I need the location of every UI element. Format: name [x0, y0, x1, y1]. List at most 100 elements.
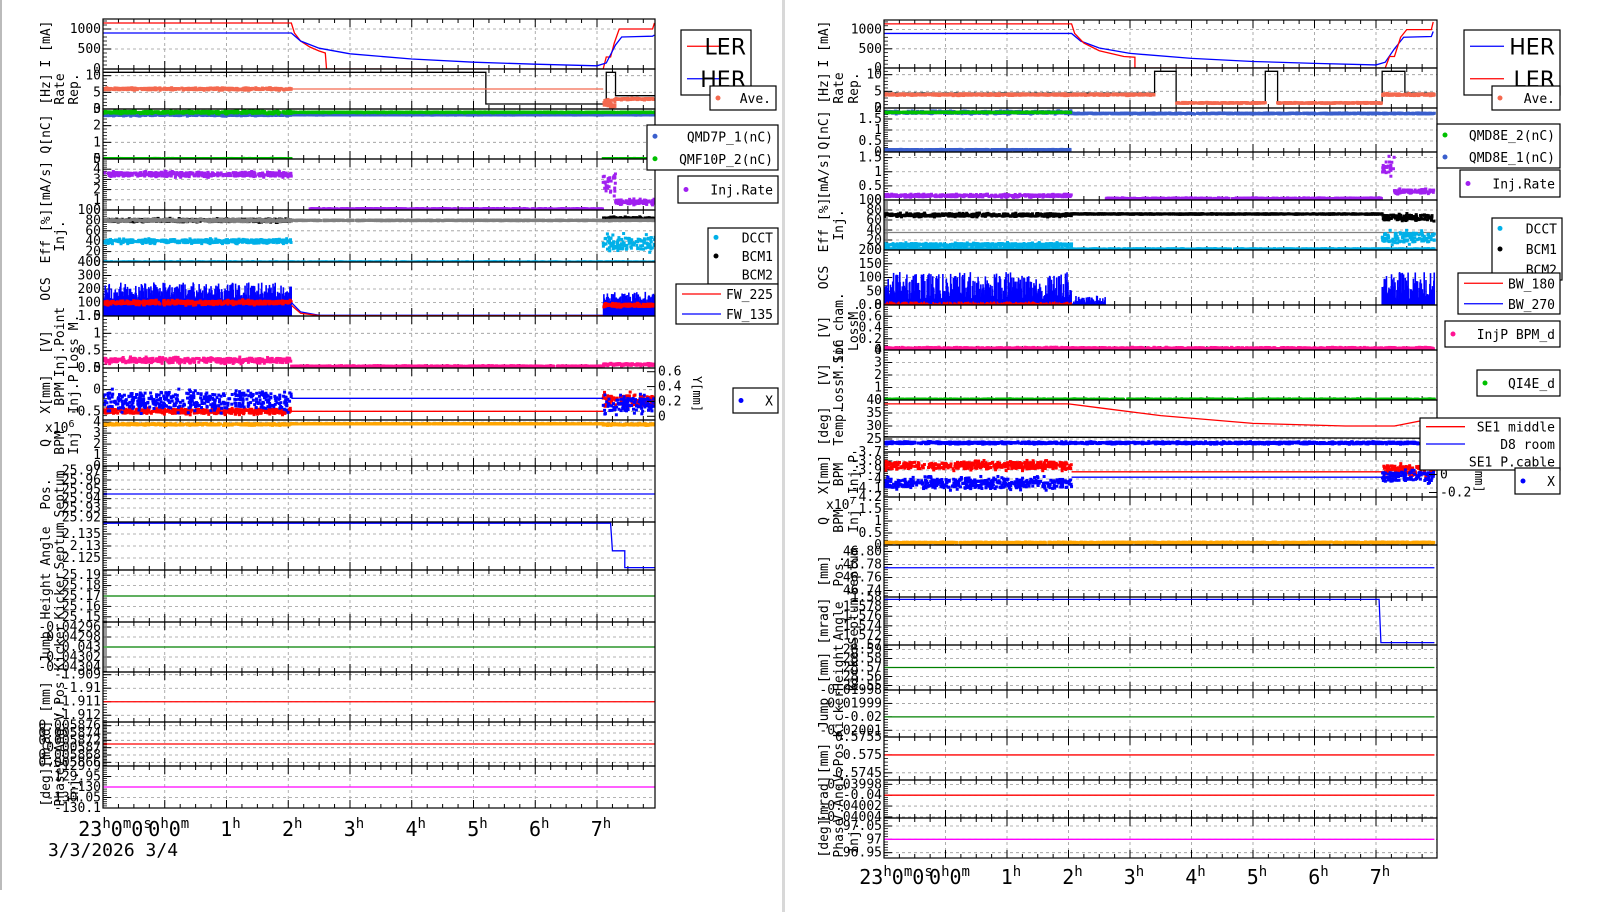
data-point-QMF10P_2(nC) — [590, 110, 594, 114]
y-tick-label: 10 — [85, 69, 101, 84]
data-point-Inj.Rate — [117, 174, 121, 178]
data-point-Ave. — [220, 88, 224, 92]
data-point-Ave. — [609, 98, 613, 102]
data-point-QMF10P_2(nC) — [564, 110, 568, 114]
data-point-Inj.Rate — [154, 172, 158, 176]
data-point-Ave. — [605, 103, 609, 107]
y-axis-label: I [mA] — [39, 21, 54, 68]
data-point-QMF10P_2(nC) — [220, 111, 224, 115]
data-point-QMF10P_2(nC) — [557, 111, 561, 115]
data-point-QMF10P_2(nC) — [244, 111, 248, 115]
data-point-QMD7P_1(nC) — [634, 113, 638, 117]
data-point-QMF10P_2(nC) — [288, 109, 292, 113]
data-point-QMF10P_2(nC) — [144, 110, 148, 114]
data-point-QMF10P_2(nC) — [540, 110, 544, 114]
data-point-QMF10P_2(nC) — [605, 110, 609, 114]
data-point-QMF10P_2(nC) — [543, 110, 547, 114]
data-point-Ave. — [287, 87, 291, 91]
data-point-Inj.Rate — [147, 171, 151, 175]
data-point-QMF10P_2(nC) — [365, 110, 369, 114]
y-axis-label: [Hz] — [39, 73, 54, 104]
data-point-Ave. — [144, 87, 148, 91]
data-point-Ave. — [250, 86, 254, 90]
data-point-Ave. — [187, 88, 191, 92]
data-point-QMF10P_2(nC) — [297, 111, 301, 115]
data-point-QMF10P_2(nC) — [305, 111, 309, 115]
data-point-Inj.Rate — [169, 174, 173, 178]
data-point-Inj.Rate — [274, 171, 278, 175]
data-point-Ave. — [624, 97, 628, 101]
data-point-QMF10P_2(nC) — [505, 110, 509, 114]
y-tick-label: 500 — [78, 42, 101, 57]
data-point-QMF10P_2(nC) — [533, 110, 537, 114]
data-point-Inj.Rate — [159, 171, 163, 175]
data-point-QMF10P_2(nC) — [594, 111, 598, 115]
data-point-Ave. — [241, 87, 245, 91]
data-point-QMF10P_2(nC) — [477, 110, 481, 114]
data-point-Inj.Rate — [287, 172, 291, 176]
y-tick-label: 5 — [93, 152, 101, 167]
data-point-Inj.Rate — [245, 172, 249, 176]
data-point-QMF10P_2(nC) — [130, 111, 134, 115]
data-point-QMF10P_2(nC) — [336, 111, 340, 115]
data-point-Inj.Rate — [242, 174, 246, 178]
data-point-Ave. — [213, 87, 217, 91]
series-group — [103, 169, 655, 210]
data-point-Ave. — [133, 87, 137, 91]
data-point-QMF10P_2(nC) — [140, 111, 144, 115]
data-point-QMF10P_2(nC) — [573, 110, 577, 114]
data-point-QMF10P_2(nC) — [615, 110, 619, 114]
data-point-QMF10P_2(nC) — [412, 110, 416, 114]
data-point-QMF10P_2(nC) — [207, 112, 211, 116]
data-point-QMF10P_2(nC) — [240, 111, 244, 115]
subplot-3: 012345[mA/s] — [39, 152, 656, 218]
y-tick-label: 1 — [93, 135, 101, 150]
data-point-Ave. — [127, 87, 131, 91]
data-point-Inj.Rate — [107, 173, 111, 177]
data-point-QMF10P_2(nC) — [157, 111, 161, 115]
data-point-Ave. — [233, 87, 237, 91]
data-point-QMF10P_2(nC) — [177, 111, 181, 115]
left-chart: 05001000I [mA]0510Rep.Rate[Hz]0123Q[nC]0… — [38, 18, 779, 841]
data-point-Inj.Rate — [206, 172, 210, 176]
data-point-Inj.Rate — [160, 174, 164, 178]
data-point-Ave. — [181, 87, 185, 91]
data-point-Inj.Rate — [130, 173, 134, 177]
data-point-QMF10P_2(nC) — [251, 109, 255, 113]
data-point-Ave. — [205, 88, 209, 92]
data-point-Inj.Rate — [232, 172, 236, 176]
data-point-Ave. — [616, 97, 620, 101]
data-point-Ave. — [124, 86, 128, 90]
data-point-QMF10P_2(nC) — [415, 111, 419, 115]
data-point-Ave. — [619, 98, 623, 102]
data-point-Inj.Rate — [224, 173, 228, 177]
data-point-QMF10P_2(nC) — [150, 110, 154, 114]
data-point-QMF10P_2(nC) — [401, 110, 405, 114]
data-point-Inj.Rate — [193, 174, 197, 178]
data-point-Inj.Rate — [271, 174, 275, 178]
series-line-LER — [103, 22, 655, 69]
data-point-Inj.Rate — [227, 171, 231, 175]
y-axis-label: Rate — [53, 73, 68, 104]
data-point-Inj.Rate — [211, 173, 215, 177]
y-tick-label: 2 — [93, 119, 101, 134]
data-point-QMF10P_2(nC) — [190, 110, 194, 114]
data-point-Inj.Rate — [175, 171, 179, 175]
data-point-Ave. — [168, 87, 172, 91]
data-point-Ave. — [633, 97, 637, 101]
data-point-Ave. — [113, 88, 117, 92]
data-point-Inj.Rate — [170, 170, 174, 174]
data-point-Ave. — [611, 105, 615, 109]
data-point-QMF10P_2(nC) — [570, 110, 574, 114]
data-point-Inj.Rate — [178, 174, 182, 178]
data-point-QMF10P_2(nC) — [376, 111, 380, 115]
data-point-QMF10P_2(nC) — [268, 111, 272, 115]
data-point-Inj.Rate — [250, 171, 254, 175]
data-point-Inj.Rate — [196, 173, 200, 177]
data-point-Inj.Rate — [282, 171, 286, 175]
data-point-Ave. — [225, 87, 229, 91]
data-point-Ave. — [192, 88, 196, 92]
data-point-QMF10P_2(nC) — [119, 111, 123, 115]
data-point-Ave. — [140, 86, 144, 90]
data-point-Ave. — [149, 87, 153, 91]
